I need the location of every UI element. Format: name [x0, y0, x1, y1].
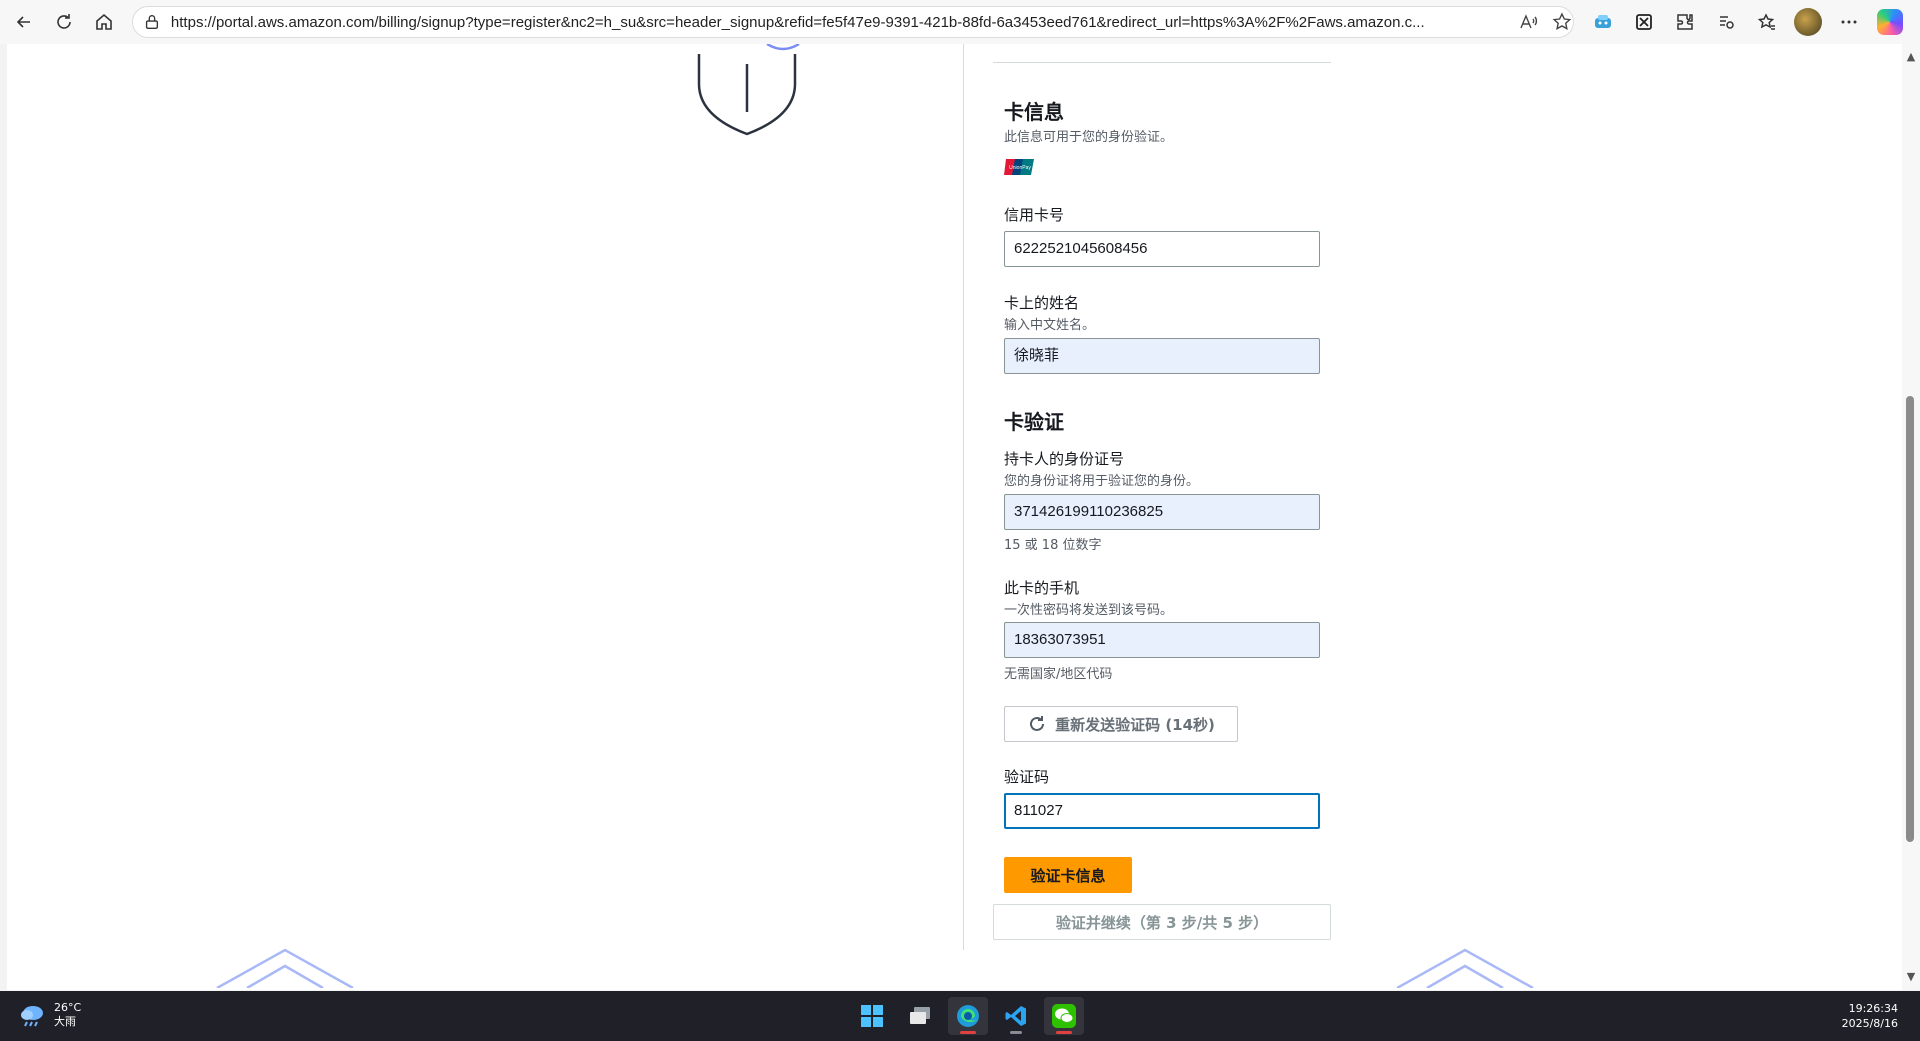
- wechat-icon[interactable]: [1044, 997, 1084, 1035]
- card-info-heading: 卡信息: [1004, 100, 1064, 124]
- vscode-icon[interactable]: [996, 997, 1036, 1035]
- system-clock[interactable]: 19:26:34 2025/8/16: [1842, 1001, 1898, 1031]
- card-number-input[interactable]: 6222521045608456: [1004, 231, 1320, 267]
- wechat-running-indicator: [1056, 1031, 1072, 1034]
- rain-cloud-icon: [21, 1006, 43, 1027]
- page-viewport: 卡信息 此信息可用于您的身份验证。 UnionPay 信用卡号 62225210…: [7, 44, 1902, 990]
- vscode-running-indicator: [1010, 1031, 1022, 1034]
- task-view-icon[interactable]: [900, 997, 940, 1035]
- card-info-description: 此信息可用于您的身份验证。: [1004, 130, 1174, 145]
- extensions-icon[interactable]: [1667, 4, 1703, 40]
- extension-pet-icon[interactable]: [1585, 4, 1621, 40]
- otp-label: 验证码: [1004, 768, 1050, 786]
- clock-date: 2025/8/16: [1841, 1017, 1898, 1030]
- name-on-card-label: 卡上的姓名: [1004, 294, 1080, 312]
- browser-toolbar: https://portal.aws.amazon.com/billing/si…: [0, 0, 1920, 44]
- resend-code-button[interactable]: 重新发送验证码 (14秒): [1004, 706, 1238, 742]
- screenshot-tool-icon[interactable]: [1626, 4, 1662, 40]
- phone-input[interactable]: 18363073951: [1004, 622, 1320, 658]
- favorites-icon[interactable]: [1749, 4, 1785, 40]
- section-divider: [993, 62, 1331, 63]
- favorite-star-icon[interactable]: [1551, 11, 1573, 33]
- decorative-lines-left-icon: [216, 948, 354, 988]
- unionpay-logo-icon: UnionPay: [1004, 159, 1034, 175]
- address-bar[interactable]: https://portal.aws.amazon.com/billing/si…: [132, 6, 1574, 38]
- copilot-icon[interactable]: [1872, 4, 1908, 40]
- more-options-icon[interactable]: [1831, 4, 1867, 40]
- weather-widget[interactable]: 26°C 大雨: [18, 1001, 81, 1029]
- name-on-card-hint: 输入中文姓名。: [1004, 318, 1096, 333]
- verify-continue-button[interactable]: 验证并继续（第 3 步/共 5 步）: [993, 904, 1331, 940]
- edge-icon[interactable]: [948, 997, 988, 1035]
- phone-hint: 一次性密码将发送到该号码。: [1004, 603, 1174, 618]
- taskbar-apps: [852, 997, 1084, 1035]
- column-divider: [963, 44, 964, 950]
- name-on-card-input[interactable]: 徐晓菲: [1004, 338, 1320, 374]
- id-number-helper: 15 或 18 位数字: [1004, 538, 1102, 553]
- shield-illustration-icon: [697, 44, 800, 136]
- edge-running-indicator: [960, 1031, 976, 1034]
- url-text[interactable]: https://portal.aws.amazon.com/billing/si…: [171, 14, 1505, 31]
- weather-temperature: 26°C: [54, 1001, 82, 1014]
- verify-card-button[interactable]: 验证卡信息: [1004, 857, 1132, 893]
- scrollbar-thumb[interactable]: [1906, 396, 1914, 842]
- read-aloud-icon[interactable]: [1517, 11, 1539, 33]
- start-icon[interactable]: [852, 997, 892, 1035]
- decorative-lines-right-icon: [1396, 948, 1534, 988]
- browser-essentials-icon[interactable]: [1708, 4, 1744, 40]
- card-verification-heading: 卡验证: [1004, 410, 1064, 434]
- taskbar: 26°C 大雨 19:26:34 2025/8/16: [0, 991, 1920, 1041]
- refresh-icon: [1030, 716, 1045, 731]
- id-number-label: 持卡人的身份证号: [1004, 450, 1125, 468]
- card-number-label: 信用卡号: [1004, 206, 1065, 224]
- id-number-input[interactable]: 371426199110236825: [1004, 494, 1320, 530]
- avatar[interactable]: [1790, 4, 1826, 40]
- weather-description: 大雨: [54, 1015, 76, 1028]
- resend-code-label: 重新发送验证码 (14秒): [1055, 715, 1215, 734]
- lock-icon[interactable]: [143, 13, 161, 31]
- otp-input[interactable]: 811027: [1004, 793, 1320, 829]
- back-icon[interactable]: [6, 4, 42, 40]
- phone-label: 此卡的手机: [1004, 579, 1080, 597]
- id-number-hint: 您的身份证将用于验证您的身份。: [1004, 474, 1200, 489]
- clock-time: 19:26:34: [1848, 1002, 1898, 1015]
- scroll-down-icon[interactable]: ▼: [1904, 970, 1918, 984]
- phone-helper: 无需国家/地区代码: [1004, 667, 1113, 682]
- home-icon[interactable]: [86, 4, 122, 40]
- refresh-icon[interactable]: [46, 4, 82, 40]
- scroll-up-icon[interactable]: ▲: [1904, 50, 1918, 64]
- svg-text:UnionPay: UnionPay: [1009, 165, 1031, 171]
